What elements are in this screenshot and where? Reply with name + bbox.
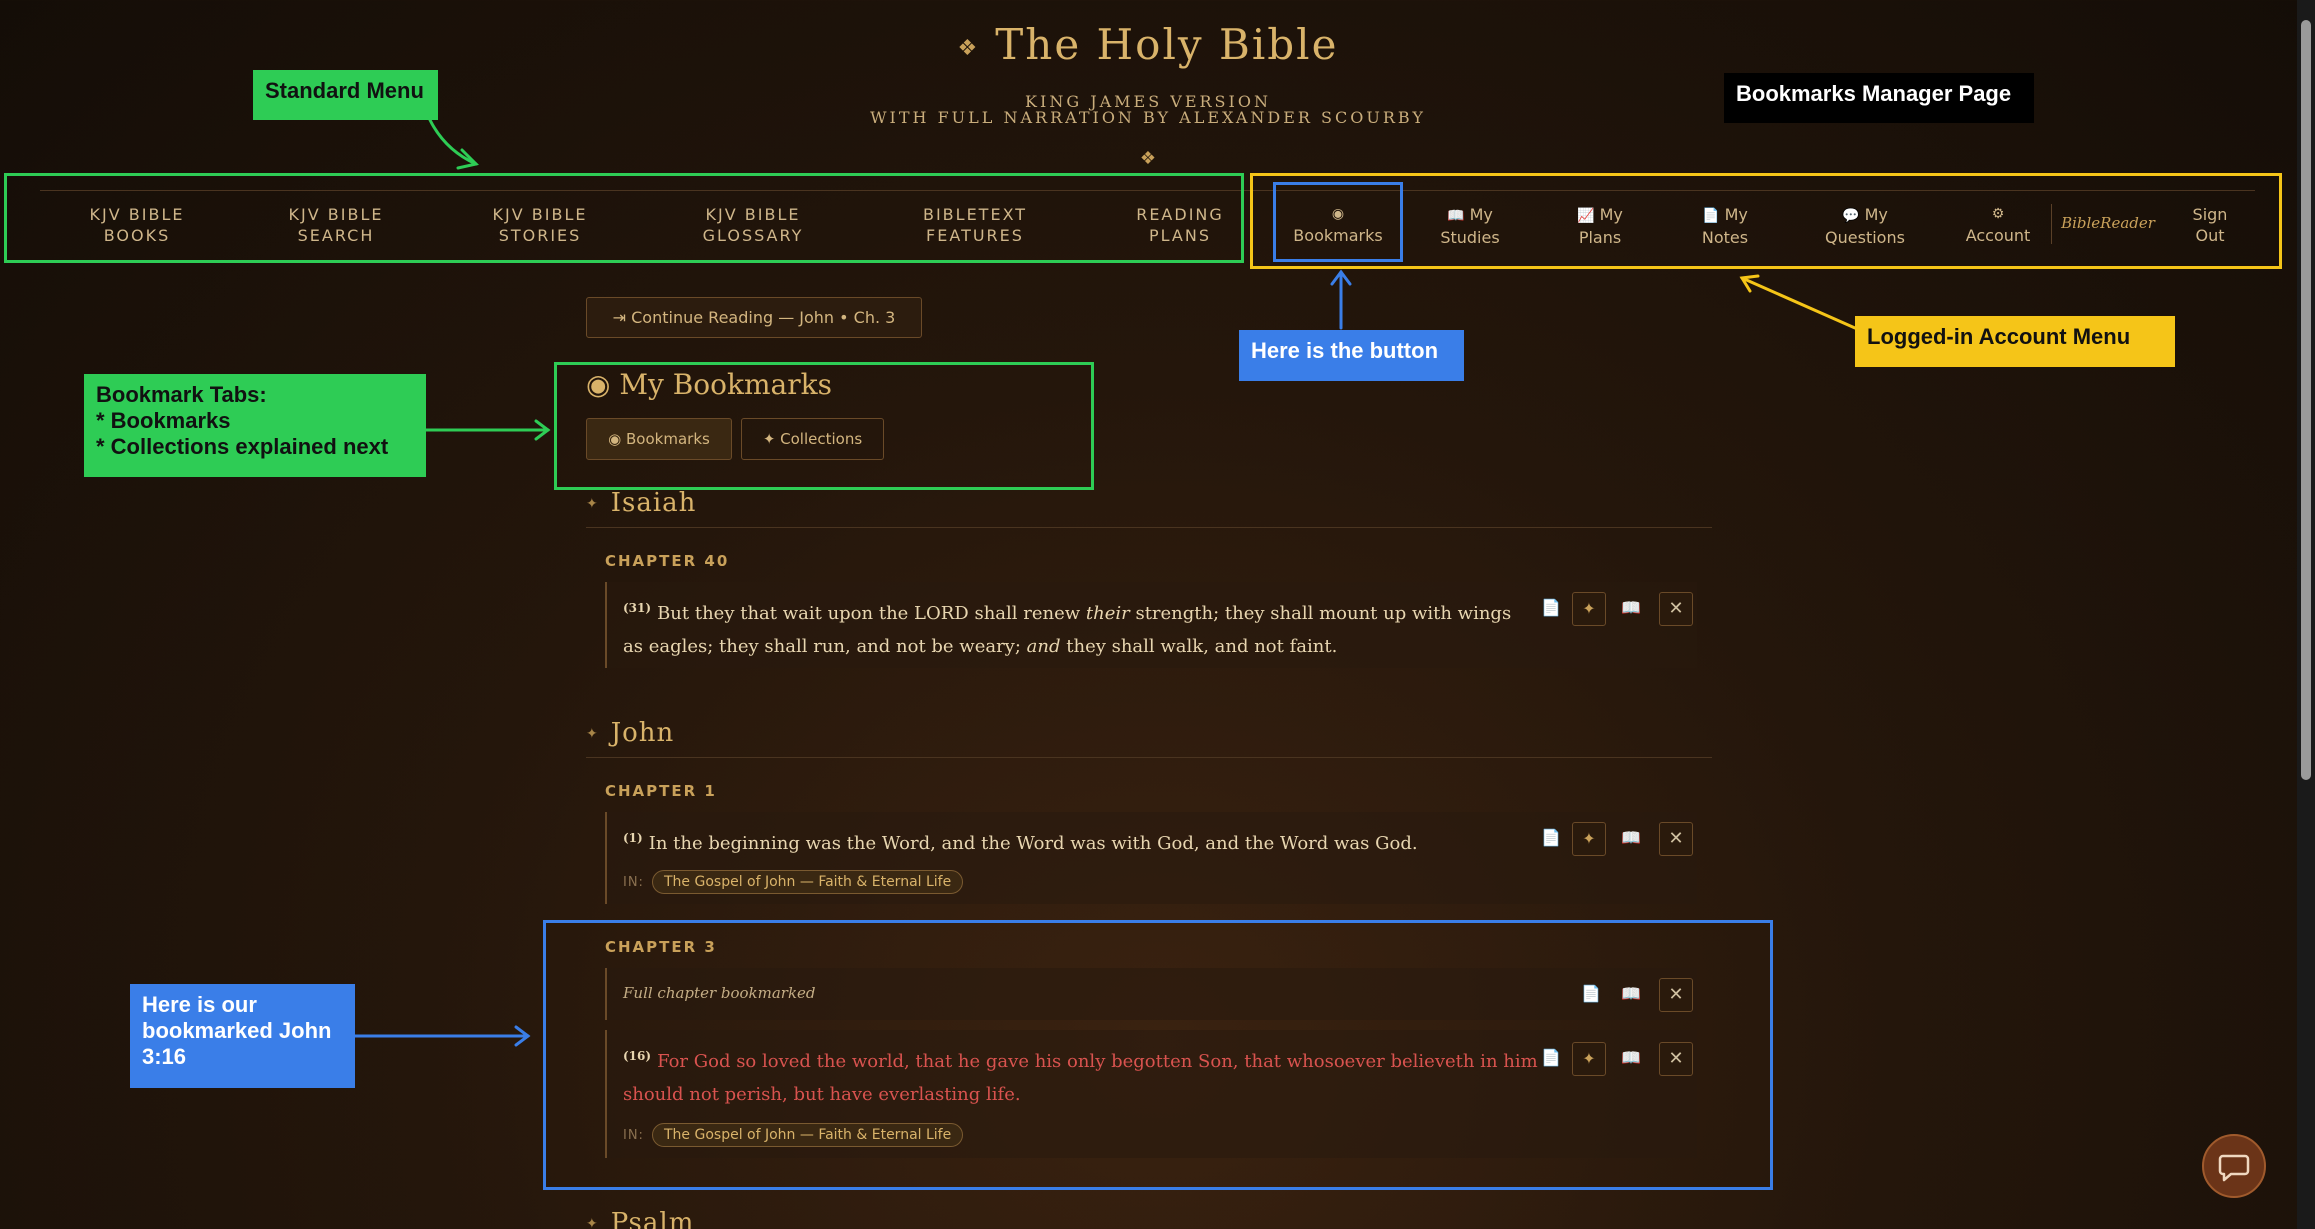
chapter-heading: CHAPTER 40: [605, 552, 730, 570]
collection-pill[interactable]: The Gospel of John — Faith & Eternal Lif…: [652, 1123, 964, 1147]
verse-italic: their: [1085, 603, 1130, 624]
verse-card-john-1-1: (1) In the beginning was the Word, and th…: [605, 812, 1697, 904]
verse-number: (16): [623, 1049, 652, 1063]
verse-number: (1): [623, 831, 643, 845]
verse-fragment: But they that wait upon the LORD shall r…: [657, 603, 1086, 624]
book-name: Psalm: [610, 1208, 695, 1229]
book-heading-psalm: ✦ Psalm: [586, 1208, 694, 1229]
add-to-collection-icon[interactable]: ✦: [1572, 1042, 1606, 1076]
book-name: Isaiah: [610, 488, 697, 518]
collection-pill[interactable]: The Gospel of John — Faith & Eternal Lif…: [652, 870, 964, 894]
book-name: John: [610, 718, 675, 748]
remove-bookmark-icon[interactable]: ✕: [1659, 822, 1693, 856]
tab-collections[interactable]: ✦ Collections: [741, 418, 884, 460]
note-icon[interactable]: 📄: [1538, 828, 1564, 847]
verse-card-john-3-16: (16) For God so loved the world, that he …: [605, 1030, 1697, 1158]
remove-bookmark-icon[interactable]: ✕: [1659, 1042, 1693, 1076]
open-in-reader-icon[interactable]: 📖: [1618, 984, 1644, 1003]
book-rule: [586, 757, 1712, 758]
open-in-reader-icon[interactable]: 📖: [1618, 1048, 1644, 1067]
ornament-icon: ✦: [586, 726, 599, 742]
verse-number: (31): [623, 601, 652, 615]
book-heading-john: ✦ John: [586, 718, 674, 748]
full-chapter-label: Full chapter bookmarked: [623, 984, 816, 1002]
verse-text: (31) But they that wait upon the LORD sha…: [623, 592, 1523, 663]
add-to-collection-icon[interactable]: ✦: [1572, 822, 1606, 856]
book-rule: [586, 527, 1712, 528]
verse-card-isaiah-40-31: (31) But they that wait upon the LORD sha…: [605, 582, 1697, 668]
open-in-reader-icon[interactable]: 📖: [1618, 598, 1644, 617]
chat-button[interactable]: [2202, 1134, 2266, 1198]
remove-bookmark-icon[interactable]: ✕: [1659, 978, 1693, 1012]
continue-reading-button[interactable]: ⇥ Continue Reading — John • Ch. 3: [586, 297, 922, 338]
note-icon[interactable]: 📄: [1578, 984, 1604, 1003]
scrollbar-thumb[interactable]: [2301, 20, 2311, 780]
page-scrollbar[interactable]: [2297, 0, 2315, 1229]
account-arrow: [1740, 276, 1857, 330]
verse-fragment: they shall walk, and not faint.: [1060, 636, 1338, 657]
in-label: IN:: [623, 1128, 644, 1143]
ornament-icon: ✦: [586, 496, 599, 512]
in-label: IN:: [623, 875, 644, 890]
verse-italic: and: [1026, 636, 1061, 657]
ornament-icon: ✦: [586, 1216, 599, 1229]
chapter-heading: CHAPTER 3: [605, 938, 717, 956]
book-heading-isaiah: ✦ Isaiah: [586, 488, 696, 518]
note-icon[interactable]: 📄: [1538, 1048, 1564, 1067]
remove-bookmark-icon[interactable]: ✕: [1659, 592, 1693, 626]
verse-text: (16) For God so loved the world, that he …: [623, 1040, 1543, 1111]
page-title: ◉ My Bookmarks: [586, 368, 832, 401]
chapter-heading: CHAPTER 1: [605, 782, 717, 800]
verse-fragment: For God so loved the world, that he gave…: [657, 1051, 1538, 1072]
chat-bubble-icon: [2218, 1154, 2250, 1182]
open-in-reader-icon[interactable]: 📖: [1618, 828, 1644, 847]
full-chapter-card-john-3: Full chapter bookmarked: [605, 968, 1697, 1020]
tab-bookmarks[interactable]: ◉ Bookmarks: [586, 418, 732, 460]
note-icon[interactable]: 📄: [1538, 598, 1564, 617]
verse-fragment: should not perish, but have everlasting …: [623, 1084, 1021, 1105]
verse-fragment: eagles; they shall run, and not be weary…: [648, 636, 1027, 657]
verse-text: (1) In the beginning was the Word, and th…: [623, 822, 1418, 860]
add-to-collection-icon[interactable]: ✦: [1572, 592, 1606, 626]
verse-fragment: In the beginning was the Word, and the W…: [648, 833, 1418, 854]
